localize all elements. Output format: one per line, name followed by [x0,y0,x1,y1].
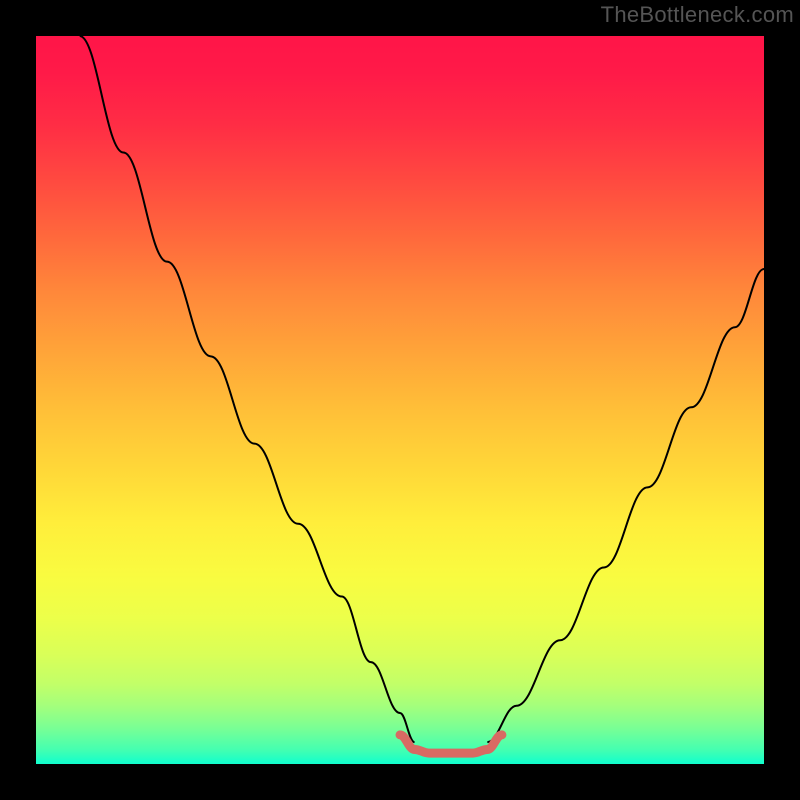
curve-left-branch [80,36,415,742]
curve-right-branch [487,269,764,742]
watermark-text: TheBottleneck.com [601,2,794,28]
valley-marker [400,735,502,753]
plot-area [36,36,764,764]
chart-frame: TheBottleneck.com [0,0,800,800]
chart-svg [36,36,764,764]
